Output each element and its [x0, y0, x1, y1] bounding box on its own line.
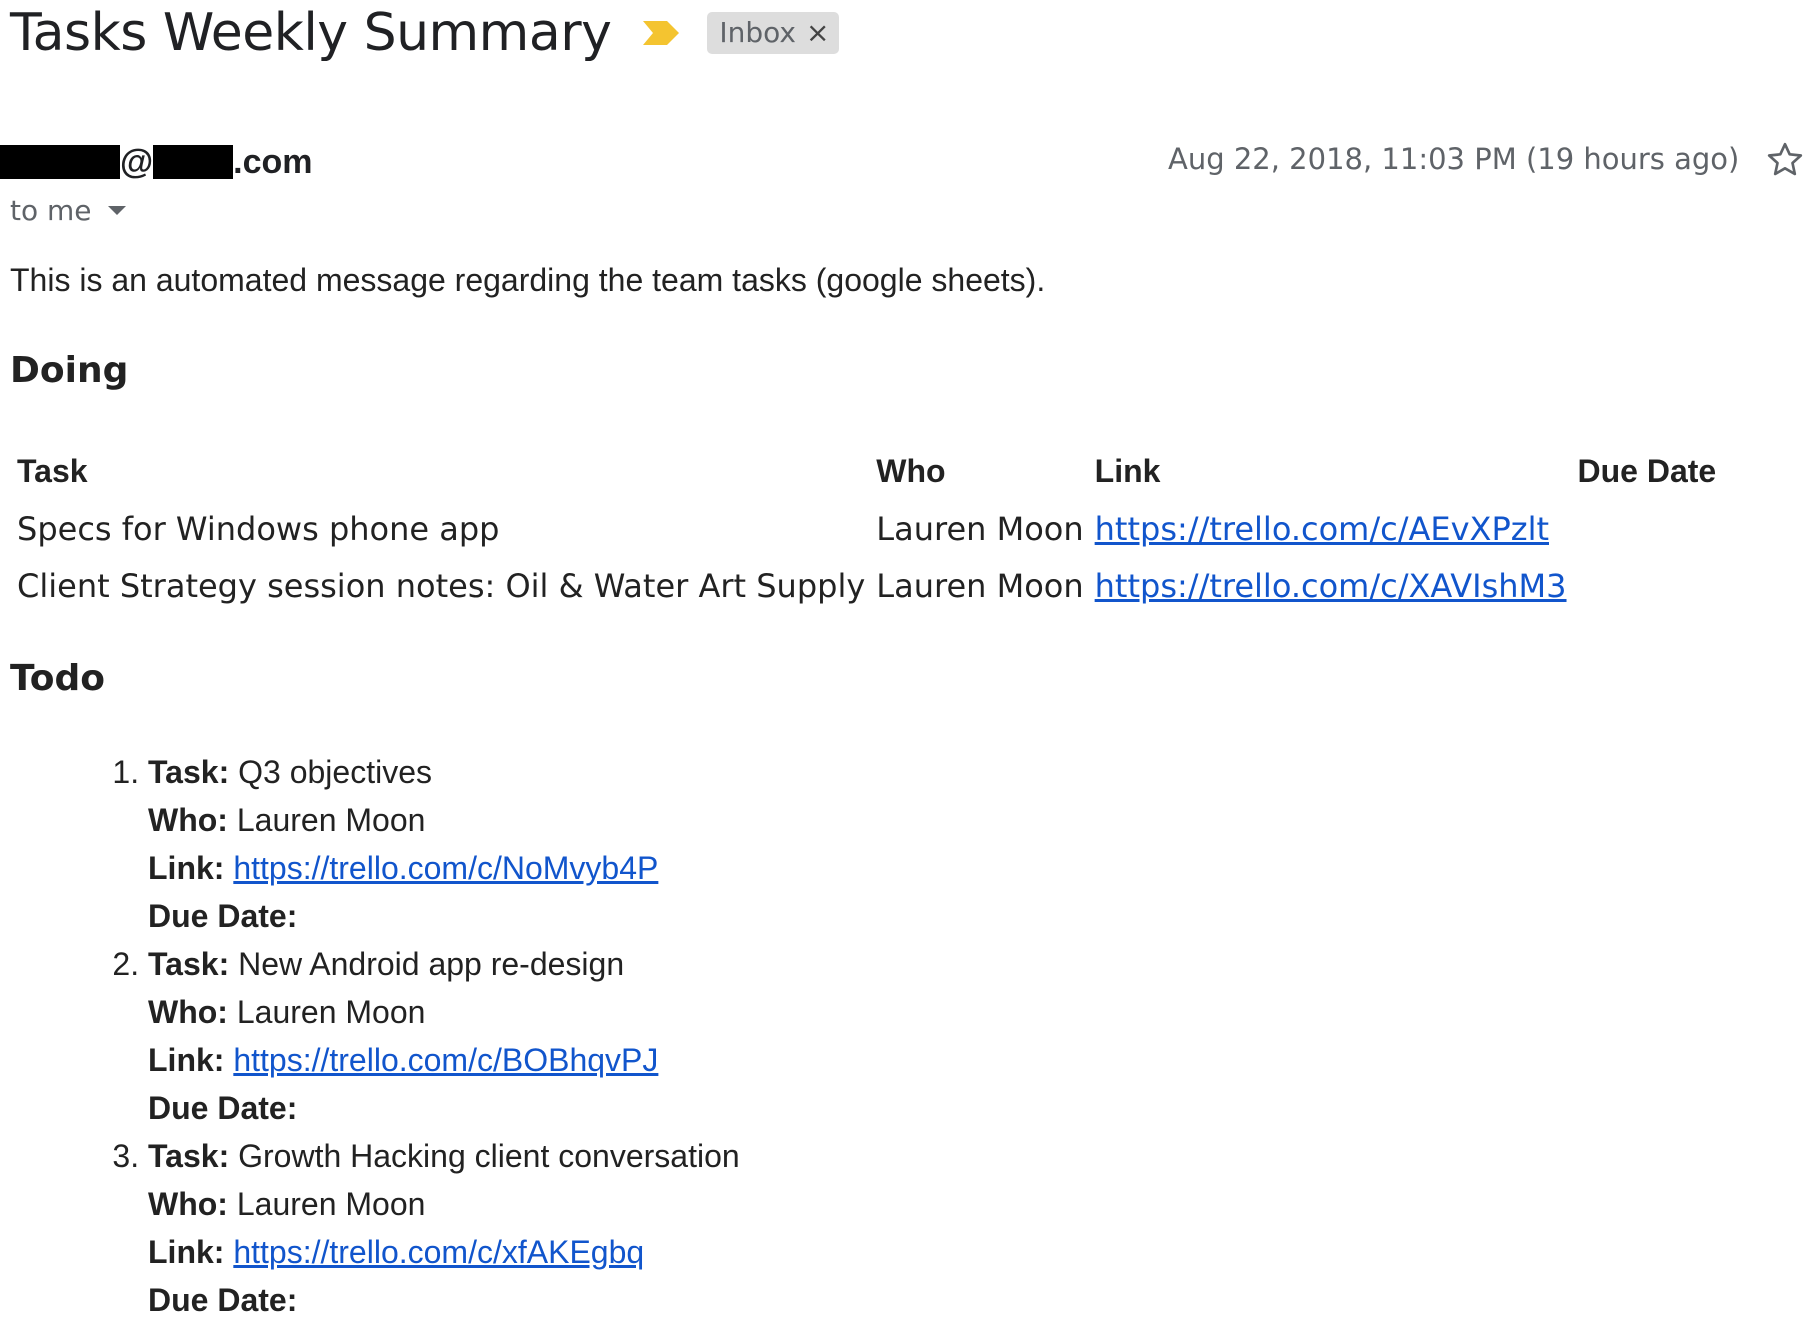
- email-subject: Tasks Weekly Summary: [10, 3, 612, 63]
- sender-domain-suffix: .com: [233, 142, 313, 181]
- todo-list: Task: Q3 objectives Who: Lauren Moon Lin…: [100, 748, 740, 1324]
- cell-link: https://trello.com/c/AEvXPzlt: [1088, 500, 1571, 557]
- todo-heading: Todo: [10, 658, 106, 699]
- task-label: Task:: [148, 946, 230, 982]
- cell-task: Client Strategy session notes: Oil & Wat…: [17, 566, 866, 605]
- email-date: Aug 22, 2018, 11:03 PM (19 hours ago): [1168, 142, 1740, 176]
- intro-text: This is an automated message regarding t…: [10, 262, 1046, 298]
- redacted-block: [0, 145, 120, 179]
- list-item: Task: Q3 objectives Who: Lauren Moon Lin…: [148, 748, 740, 940]
- table-row: Client Strategy session notes: Oil & Wat…: [10, 557, 1782, 614]
- important-marker-icon[interactable]: [641, 19, 681, 47]
- who-label: Who:: [148, 994, 228, 1030]
- task-value: New Android app re-design: [238, 946, 625, 982]
- remove-label-icon[interactable]: ×: [806, 16, 829, 49]
- label-chip-inbox: Inbox ×: [707, 12, 840, 54]
- sender-at: @: [120, 142, 154, 181]
- table-row: Specs for Windows phone app Lauren Moon …: [10, 500, 1782, 557]
- chevron-down-icon: [107, 206, 126, 215]
- cell-due-date: [1571, 500, 1782, 557]
- column-header-due-date: Due Date: [1577, 453, 1717, 489]
- link-label: Link:: [148, 1042, 225, 1078]
- due-date-label: Due Date:: [148, 898, 298, 934]
- cell-due-date: [1571, 557, 1782, 614]
- who-value: Lauren Moon: [236, 802, 426, 838]
- cell-link: https://trello.com/c/XAVIshM3: [1088, 557, 1571, 614]
- column-header-who: Who: [876, 453, 946, 489]
- due-date-label: Due Date:: [148, 1090, 298, 1126]
- recipient-text: to me: [10, 194, 92, 227]
- task-label: Task:: [148, 1138, 230, 1174]
- cell-who: Lauren Moon: [876, 566, 1084, 605]
- task-link[interactable]: https://trello.com/c/BOBhqvPJ: [233, 1042, 658, 1078]
- who-label: Who:: [148, 802, 228, 838]
- sender-address[interactable]: @ .com: [0, 140, 313, 184]
- due-date-label: Due Date:: [148, 1282, 298, 1318]
- task-link[interactable]: https://trello.com/c/AEvXPzlt: [1095, 510, 1549, 548]
- task-value: Growth Hacking client conversation: [238, 1138, 740, 1174]
- who-value: Lauren Moon: [236, 994, 426, 1030]
- subject-row: Tasks Weekly Summary Inbox ×: [10, 0, 840, 66]
- link-label: Link:: [148, 850, 225, 886]
- cell-task: Specs for Windows phone app: [17, 509, 500, 548]
- task-link[interactable]: https://trello.com/c/xfAKEgbq: [233, 1234, 644, 1270]
- redacted-block: [153, 145, 234, 179]
- column-header-link: Link: [1094, 453, 1161, 489]
- star-icon[interactable]: [1765, 140, 1809, 184]
- recipient-details-toggle[interactable]: to me: [10, 194, 126, 227]
- column-header-task: Task: [17, 453, 88, 489]
- link-label: Link:: [148, 1234, 225, 1270]
- sender-row: @ .com Aug 22, 2018, 11:03 PM (19 hours …: [0, 140, 1809, 184]
- cell-who: Lauren Moon: [876, 509, 1084, 548]
- doing-table: Task Who Link Due Date Specs for Windows…: [10, 443, 1782, 614]
- who-value: Lauren Moon: [236, 1186, 426, 1222]
- label-chip-text: Inbox: [719, 16, 796, 49]
- task-label: Task:: [148, 754, 230, 790]
- list-item: Task: New Android app re-design Who: Lau…: [148, 940, 740, 1132]
- who-label: Who:: [148, 1186, 228, 1222]
- doing-heading: Doing: [10, 350, 129, 391]
- table-header-row: Task Who Link Due Date: [10, 443, 1782, 500]
- list-item: Task: Growth Hacking client conversation…: [148, 1132, 740, 1324]
- task-value: Q3 objectives: [238, 754, 432, 790]
- task-link[interactable]: https://trello.com/c/XAVIshM3: [1095, 567, 1567, 605]
- task-link[interactable]: https://trello.com/c/NoMvyb4P: [233, 850, 658, 886]
